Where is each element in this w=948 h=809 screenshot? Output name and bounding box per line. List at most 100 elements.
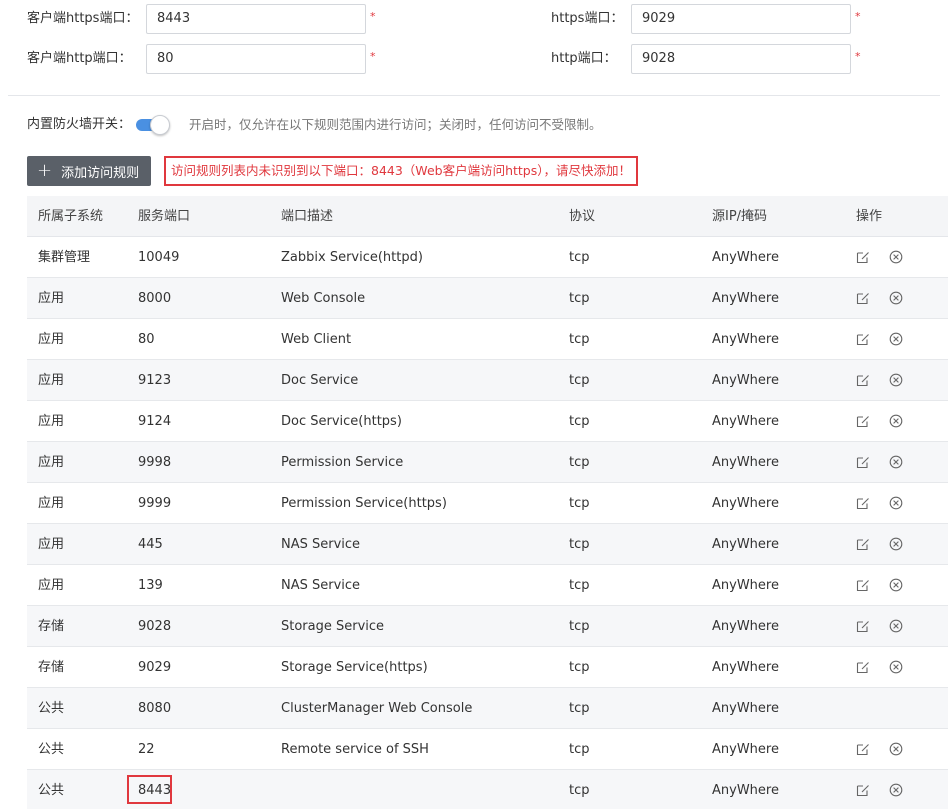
header-protocol: 协议 [569,209,596,224]
cell-protocol: tcp [569,783,590,798]
cell-source-ip: AnyWhere [712,783,779,798]
delete-icon[interactable] [889,537,903,551]
header-actions: 操作 [856,209,883,224]
cell-source-ip: AnyWhere [712,332,779,347]
edit-icon[interactable] [856,660,870,674]
cell-port: 139 [138,578,163,593]
cell-protocol: tcp [569,250,590,265]
cell-description: Doc Service(https) [281,414,402,429]
edit-icon[interactable] [856,496,870,510]
delete-icon[interactable] [889,373,903,387]
delete-icon[interactable] [889,742,903,756]
cell-description: Permission Service(https) [281,496,447,511]
delete-icon[interactable] [889,455,903,469]
cell-subsystem: 集群管理 [38,250,91,265]
edit-icon[interactable] [856,578,870,592]
required-mark: * [855,10,861,23]
cell-subsystem: 应用 [38,414,65,429]
edit-icon[interactable] [856,250,870,264]
client-https-port-input[interactable]: 8443 [146,4,366,34]
table-row: 公共 22 Remote service of SSH tcp AnyWhere [27,729,948,770]
cell-protocol: tcp [569,496,590,511]
table-row: 应用 9123 Doc Service tcp AnyWhere [27,360,948,401]
required-mark: * [370,10,376,23]
delete-icon[interactable] [889,578,903,592]
cell-description: Permission Service [281,455,404,470]
client-http-port-input[interactable]: 80 [146,44,366,74]
table-row: 应用 8000 Web Console tcp AnyWhere [27,278,948,319]
http-port-input[interactable]: 9028 [631,44,851,74]
cell-port: 9124 [138,414,172,429]
cell-source-ip: AnyWhere [712,701,779,716]
cell-protocol: tcp [569,742,590,757]
cell-description: Remote service of SSH [281,742,429,757]
cell-subsystem: 应用 [38,455,65,470]
cell-description: NAS Service [281,537,361,552]
firewall-toggle[interactable] [134,115,170,135]
table-row: 存储 9029 Storage Service(https) tcp AnyWhere [27,647,948,688]
cell-protocol: tcp [569,660,590,675]
missing-port-warning: 访问规则列表内未识别到以下端口：8443（Web客户端访问https），请尽快添… [164,156,638,186]
cell-source-ip: AnyWhere [712,578,779,593]
delete-icon[interactable] [889,332,903,346]
header-description: 端口描述 [281,209,334,224]
header-source-ip: 源IP/掩码 [712,209,768,224]
firewall-switch-label: 内置防火墙开关： [27,117,132,132]
cell-port: 8080 [138,701,172,716]
cell-protocol: tcp [569,701,590,716]
edit-icon[interactable] [856,537,870,551]
cell-source-ip: AnyWhere [712,373,779,388]
delete-icon[interactable] [889,783,903,797]
plus-icon: + [37,160,53,181]
delete-icon[interactable] [889,291,903,305]
cell-source-ip: AnyWhere [712,496,779,511]
cell-subsystem: 公共 [38,742,65,757]
cell-port: 22 [138,742,155,757]
client-http-port-label: 客户端http端口： [27,51,132,66]
table-row: 应用 445 NAS Service tcp AnyWhere [27,524,948,565]
cell-description: Web Console [281,291,366,306]
table-row: 集群管理 10049 Zabbix Service(httpd) tcp AnyWher… [27,237,948,278]
edit-icon[interactable] [856,619,870,633]
add-rule-button[interactable]: + 添加访问规则 [27,156,151,186]
table-row: 公共 8443 tcp AnyWhere [27,770,948,809]
table-row: 公共 8080 ClusterManager Web Console tcp AnyWh… [27,688,948,729]
table-row: 存储 9028 Storage Service tcp AnyWhere [27,606,948,647]
cell-description: Zabbix Service(httpd) [281,250,423,265]
cell-port: 9028 [138,619,172,634]
cell-subsystem: 应用 [38,537,65,552]
edit-icon[interactable] [856,783,870,797]
cell-subsystem: 应用 [38,496,65,511]
cell-description: Storage Service [281,619,385,634]
toggle-knob [150,115,170,135]
edit-icon[interactable] [856,742,870,756]
delete-icon[interactable] [889,414,903,428]
header-port: 服务端口 [138,209,191,224]
cell-description: Web Client [281,332,352,347]
form-row-http: 客户端http端口： 80 * http端口： 9028 * [0,44,948,84]
table-row: 应用 139 NAS Service tcp AnyWhere [27,565,948,606]
edit-icon[interactable] [856,332,870,346]
cell-protocol: tcp [569,414,590,429]
table-row: 应用 9124 Doc Service(https) tcp AnyWhere [27,401,948,442]
edit-icon[interactable] [856,414,870,428]
cell-subsystem: 存储 [38,660,65,675]
edit-icon[interactable] [856,455,870,469]
delete-icon[interactable] [889,619,903,633]
delete-icon[interactable] [889,496,903,510]
edit-icon[interactable] [856,291,870,305]
cell-port: 8000 [138,291,172,306]
cell-source-ip: AnyWhere [712,455,779,470]
edit-icon[interactable] [856,373,870,387]
delete-icon[interactable] [889,660,903,674]
cell-port: 445 [138,537,163,552]
client-https-port-label: 客户端https端口： [27,11,139,26]
delete-icon[interactable] [889,250,903,264]
form-row-https: 客户端https端口： 8443 * https端口： 9029 * [0,4,948,44]
http-port-label: http端口： [551,51,617,66]
cell-subsystem: 应用 [38,332,65,347]
cell-source-ip: AnyWhere [712,742,779,757]
https-port-input[interactable]: 9029 [631,4,851,34]
header-subsystem: 所属子系统 [38,209,104,224]
table-row: 应用 9998 Permission Service tcp AnyWhere [27,442,948,483]
